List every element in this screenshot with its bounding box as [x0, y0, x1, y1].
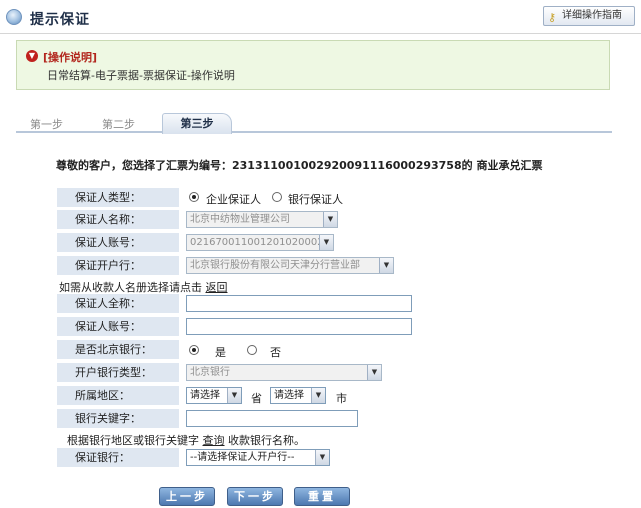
city-suffix: 市 — [336, 392, 347, 405]
chevron-down-icon: ▼ — [227, 388, 241, 403]
step-tabs: 第一步 第二步 第三步 — [16, 113, 612, 134]
bank-query-hint: 根据银行地区或银行关键字 查询 收款银行名称。 — [67, 432, 305, 448]
bank-guarantor-radio[interactable] — [272, 192, 282, 202]
operation-guide-label: 详细操作指南 — [562, 10, 622, 21]
chevron-down-icon: ▼ — [315, 450, 329, 465]
reset-button[interactable]: 重置 — [294, 487, 350, 506]
guarantor-account-input[interactable] — [186, 318, 412, 335]
return-link[interactable]: 返回 — [206, 281, 228, 294]
query-link[interactable]: 查询 — [203, 434, 225, 447]
key-icon: ⚷ — [548, 11, 557, 24]
operation-note-text: 日常结算-电子票据-票据保证-操作说明 — [47, 69, 235, 82]
bank-keyword-input[interactable] — [186, 410, 358, 427]
operation-note-title: [操作说明] — [43, 51, 98, 64]
bob-no-radio[interactable] — [247, 345, 257, 355]
bob-yes-label: 是 — [215, 346, 226, 359]
guarantor-name-select[interactable]: 北京中纺物业管理公司 ▼ — [186, 211, 338, 228]
region-label: 所属地区： — [57, 386, 179, 405]
guarantor-account-select[interactable]: 0216700110012010200027​6 ▼ — [186, 234, 334, 251]
operation-guide-button[interactable]: ⚷ 详细操作指南 — [543, 6, 635, 26]
enterprise-guarantor-radio[interactable] — [189, 192, 199, 202]
account-no-label: 保证人账号： — [57, 317, 179, 336]
bank-type-label: 开户银行类型： — [57, 363, 179, 382]
guarantor-bank-select[interactable]: 北京银行股份有限公司天津分行营业部 ▼ — [186, 257, 394, 274]
page-globe-icon — [6, 9, 22, 25]
chevron-down-icon: ▼ — [367, 365, 381, 380]
guarantor-full-name-input[interactable] — [186, 295, 412, 312]
bob-no-label: 否 — [270, 346, 281, 359]
province-suffix: 省 — [251, 392, 262, 405]
bank-query-hint-prefix: 根据银行地区或银行关键字 — [67, 434, 199, 447]
previous-step-button[interactable]: 上一步 — [159, 487, 215, 506]
tab-step-1[interactable]: 第一步 — [30, 116, 63, 132]
bank-type-select[interactable]: 北京银行 ▼ — [186, 364, 382, 381]
chevron-down-icon: ▼ — [323, 212, 337, 227]
guarantee-bank-value: --请选择保证人开户行-- — [190, 452, 295, 463]
bank-type-value: 北京银行 — [190, 367, 230, 378]
tab-step-3[interactable]: 第三步 — [162, 113, 232, 134]
bob-yes-radio[interactable] — [189, 345, 199, 355]
next-step-button[interactable]: 下一步 — [227, 487, 283, 506]
guarantor-account-label: 保证人账号： — [57, 233, 179, 252]
guarantor-name-value: 北京中纺物业管理公司 — [190, 214, 290, 225]
is-bob-label: 是否北京银行： — [57, 340, 179, 359]
tab-step-2[interactable]: 第二步 — [102, 116, 135, 132]
guarantor-type-label: 保证人类型： — [57, 188, 179, 207]
bank-keyword-label: 银行关键字： — [57, 409, 179, 428]
city-value: 请选择 — [274, 390, 304, 401]
operation-note-panel: ▼ [操作说明] 日常结算-电子票据-票据保证-操作说明 — [16, 40, 610, 90]
bill-info-text: 尊敬的客户，您选择了汇票为编号：231311001002920091116000… — [56, 159, 543, 172]
province-select[interactable]: 请选择 ▼ — [186, 387, 242, 404]
guarantor-name-label: 保证人名称： — [57, 210, 179, 229]
payee-list-hint: 如需从收款人名册选择请点击 返回 — [59, 279, 228, 295]
guarantee-bank-select[interactable]: --请选择保证人开户行-- ▼ — [186, 449, 330, 466]
bank-query-hint-suffix: 收款银行名称。 — [228, 434, 305, 447]
payee-list-hint-text: 如需从收款人名册选择请点击 — [59, 281, 202, 294]
province-value: 请选择 — [190, 390, 220, 401]
guarantee-bank-label: 保证银行： — [57, 448, 179, 467]
city-select[interactable]: 请选择 ▼ — [270, 387, 326, 404]
chevron-down-icon: ▼ — [319, 235, 333, 250]
guarantor-bank-value: 北京银行股份有限公司天津分行营业部 — [190, 260, 360, 271]
guarantor-account-value: 0216700110012010200027​6 — [190, 237, 334, 248]
page-title: 提示保证 — [30, 12, 90, 28]
enterprise-guarantor-label: 企业保证人 — [206, 193, 261, 206]
bank-guarantor-label: 银行保证人 — [288, 193, 343, 206]
full-name-label: 保证人全称： — [57, 294, 179, 313]
alert-icon: ▼ — [26, 50, 38, 62]
chevron-down-icon: ▼ — [311, 388, 325, 403]
guarantor-bank-label: 保证开户行： — [57, 256, 179, 275]
chevron-down-icon: ▼ — [379, 258, 393, 273]
page-header: 提示保证 ⚷ 详细操作指南 — [0, 0, 641, 34]
